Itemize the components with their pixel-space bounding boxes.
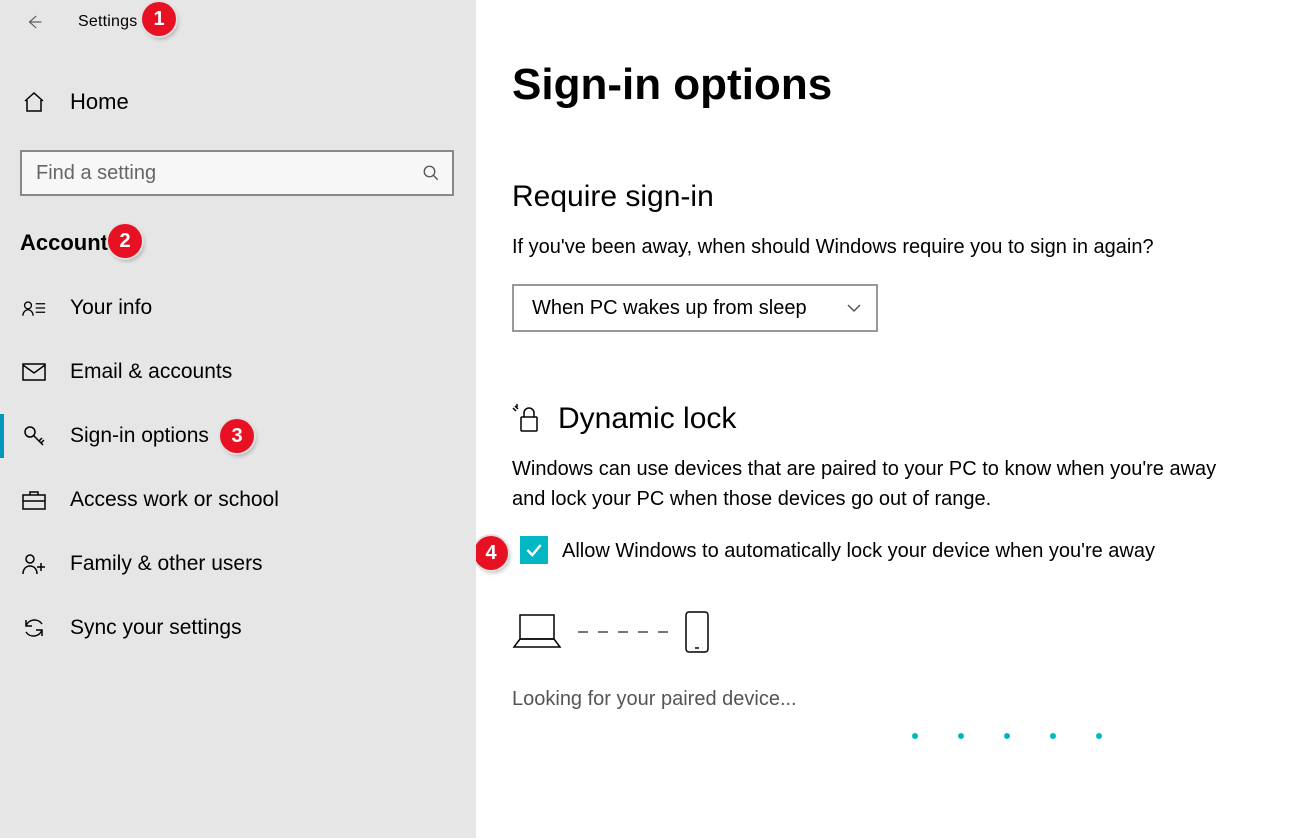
dynamic-lock-description: Windows can use devices that are paired …: [512, 454, 1232, 514]
dynamic-lock-checkbox-row: 4 Allow Windows to automatically lock yo…: [512, 536, 1212, 570]
back-button[interactable]: [18, 6, 50, 38]
search-icon: [422, 164, 440, 182]
sidebar-item-sync[interactable]: Sync your settings: [0, 596, 476, 660]
progress-dots: [512, 733, 1249, 739]
require-signin-prompt: If you've been away, when should Windows…: [512, 232, 1232, 262]
chevron-down-icon: [846, 301, 862, 315]
dynamic-lock-heading-text: Dynamic lock: [558, 402, 736, 436]
user-info-icon: [20, 298, 48, 318]
people-plus-icon: [20, 553, 48, 575]
email-icon: [20, 363, 48, 381]
dynamic-lock-checkbox-label: Allow Windows to automatically lock your…: [562, 536, 1155, 566]
search-input[interactable]: [36, 162, 422, 185]
key-icon: [20, 424, 48, 448]
settings-sidebar: Settings 1 Home Accounts 2 Your info Ema…: [0, 0, 476, 838]
sidebar-item-label: Access work or school: [70, 488, 279, 512]
sidebar-item-email[interactable]: Email & accounts: [0, 340, 476, 404]
sidebar-item-your-info[interactable]: Your info: [0, 276, 476, 340]
sidebar-item-label: Sync your settings: [70, 616, 242, 640]
app-title: Settings: [78, 13, 137, 31]
annotation-badge-3: 3: [220, 419, 254, 453]
home-nav[interactable]: Home: [0, 72, 476, 132]
titlebar: Settings 1: [0, 0, 476, 44]
sidebar-item-label: Your info: [70, 296, 152, 320]
pairing-diagram: [512, 610, 1249, 654]
home-label: Home: [70, 89, 129, 115]
phone-icon: [684, 610, 710, 654]
annotation-badge-1: 1: [142, 2, 176, 36]
checkmark-icon: [524, 540, 544, 560]
connection-dashes: [578, 631, 668, 633]
sync-icon: [20, 616, 48, 640]
dynamic-lock-checkbox[interactable]: [520, 536, 548, 564]
require-signin-select[interactable]: When PC wakes up from sleep: [512, 284, 878, 332]
require-signin-value: When PC wakes up from sleep: [532, 297, 807, 320]
page-title: Sign-in options: [512, 60, 1249, 110]
sidebar-item-work-school[interactable]: Access work or school: [0, 468, 476, 532]
require-signin-heading: Require sign-in: [512, 180, 1249, 214]
laptop-icon: [512, 613, 562, 651]
annotation-badge-4: 4: [476, 536, 508, 570]
sidebar-item-signin[interactable]: Sign-in options 3: [0, 404, 476, 468]
briefcase-icon: [20, 490, 48, 510]
sidebar-category: Accounts: [20, 230, 476, 256]
sidebar-item-label: Family & other users: [70, 552, 263, 576]
sidebar-item-label: Email & accounts: [70, 360, 232, 384]
search-box[interactable]: [20, 150, 454, 196]
back-arrow-icon: [25, 13, 43, 31]
sidebar-item-label: Sign-in options: [70, 424, 209, 448]
annotation-badge-2: 2: [108, 224, 142, 258]
sidebar-item-family[interactable]: Family & other users: [0, 532, 476, 596]
pairing-status: Looking for your paired device...: [512, 688, 1249, 711]
dynamic-lock-icon: [512, 404, 542, 434]
dynamic-lock-heading: Dynamic lock: [512, 402, 1249, 436]
home-icon: [20, 90, 48, 114]
content-area: Sign-in options Require sign-in If you'v…: [476, 0, 1289, 838]
